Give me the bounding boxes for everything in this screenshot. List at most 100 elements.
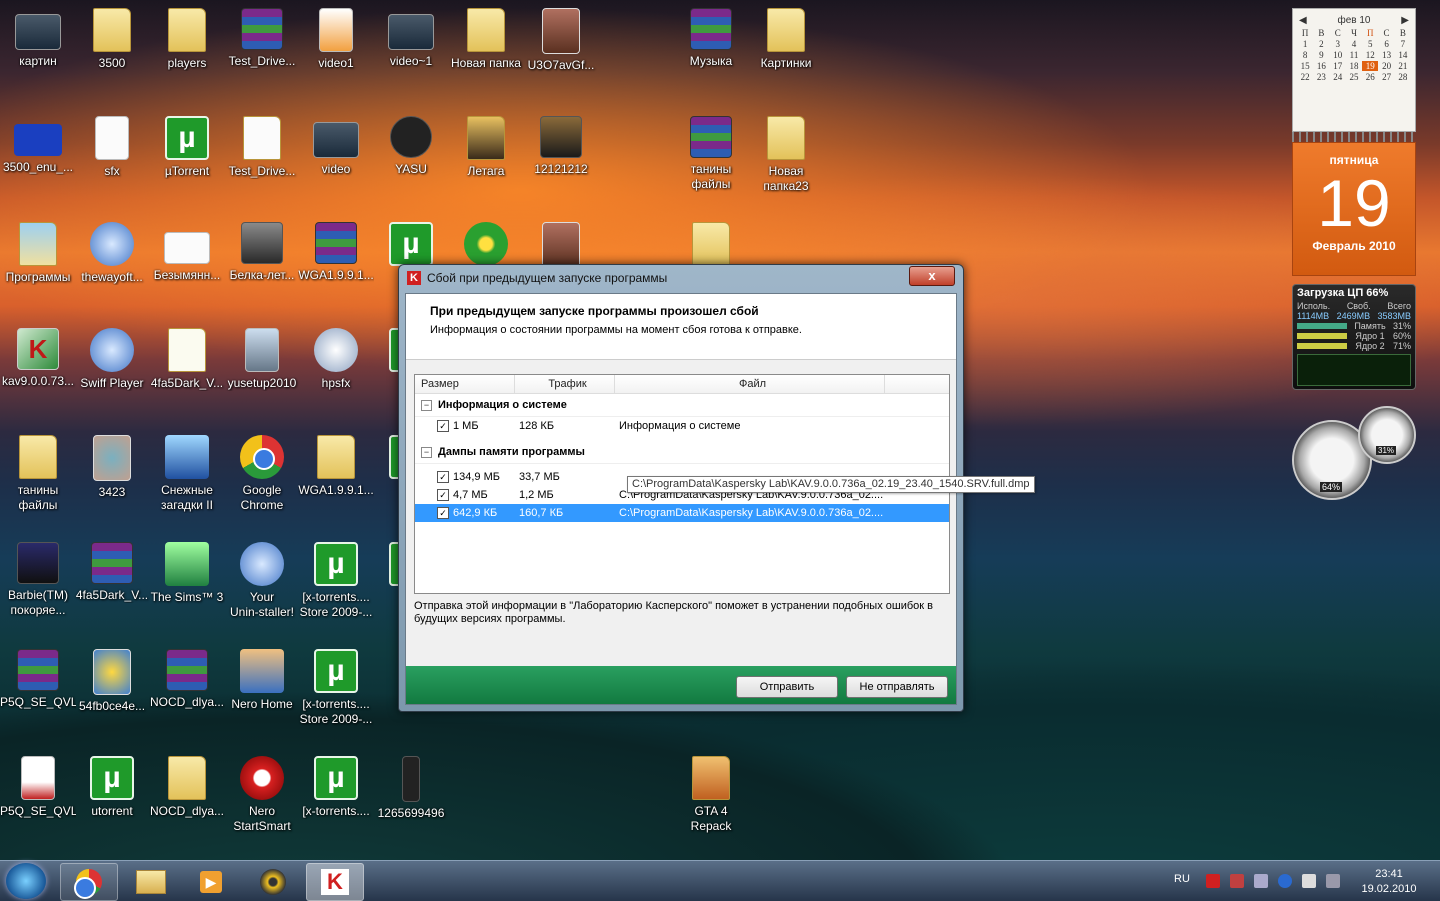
desktop-icon[interactable]: танины файлы [673,116,749,192]
desktop-icon[interactable]: Музыка [673,8,749,69]
calendar-day[interactable]: 21 [1395,61,1411,71]
taskbar-media-player[interactable]: ▶ [182,863,240,901]
next-month-arrow-icon[interactable]: ▶ [1401,15,1409,26]
column-traffic[interactable]: Трафик [515,375,615,393]
group-system-info[interactable]: − Информация о системе [415,394,949,417]
calendar-day[interactable]: 19 [1362,61,1379,71]
desktop-icon[interactable]: sfx [74,116,150,179]
desktop-icon[interactable]: Barbie(TM) покоряе... [0,542,76,618]
desktop-icon[interactable]: U3O7avGf... [523,8,599,73]
desktop-icon[interactable]: танины файлы [0,435,76,513]
desktop-icon[interactable]: 4fa5Dark_V... [149,328,225,391]
desktop-icon[interactable]: YASU [373,116,449,177]
calendar-day[interactable]: 8 [1297,50,1313,60]
calendar-day[interactable]: 11 [1346,50,1362,60]
desktop-icon[interactable]: Nero StartSmart [224,756,300,834]
group-memory-dumps[interactable]: − Дампы памяти программы [415,441,949,464]
calendar-day[interactable]: 13 [1378,50,1394,60]
column-size[interactable]: Размер [415,375,515,393]
start-button[interactable] [6,863,46,899]
desktop-icon[interactable]: thewayoft... [74,222,150,285]
desktop-icon[interactable]: Test_Drive... [224,8,300,69]
taskbar-chrome[interactable] [60,863,118,901]
calendar-day[interactable]: 23 [1313,72,1329,82]
desktop-icon[interactable]: WGA1.9.9.1... [298,222,374,283]
checkbox[interactable]: ✓ [437,420,449,432]
calendar-day[interactable]: 16 [1313,61,1329,71]
clock[interactable]: 23:41 19.02.2010 [1358,867,1420,897]
desktop-icon[interactable]: P5Q_SE_QVL [0,649,76,710]
desktop-icon[interactable]: NOCD_dlya... [149,649,225,710]
cpu-meter-gadget[interactable]: Загрузка ЦП 66% Исполь. Своб. Всего 1114MB… [1292,284,1416,390]
desktop-icon[interactable]: 4fa5Dark_V... [74,542,150,603]
checkbox[interactable]: ✓ [437,471,449,483]
kaspersky-tray-icon[interactable] [1206,874,1220,888]
desktop-icon[interactable]: Новая папка [448,8,524,71]
desktop-icon[interactable]: Your Unin-staller! [224,542,300,620]
desktop-icon[interactable]: video [298,116,374,177]
calendar-day[interactable]: 4 [1346,39,1362,49]
desktop-icon[interactable]: hpsfx [298,328,374,391]
calendar-day[interactable]: 18 [1346,61,1362,71]
desktop-icon[interactable]: Swiff Player [74,328,150,391]
memory-gauge[interactable]: 31% [1358,406,1416,464]
desktop-icon[interactable] [448,222,524,270]
desktop-icon[interactable] [673,222,749,270]
collapse-icon[interactable]: − [421,446,432,458]
desktop-icon[interactable]: 3423 [74,435,150,500]
calendar-day[interactable]: 20 [1378,61,1394,71]
calendar-day[interactable]: 24 [1330,72,1346,82]
network-icon[interactable] [1326,874,1340,888]
desktop-icon[interactable]: картин [0,8,76,69]
collapse-icon[interactable]: − [421,399,432,411]
calendar-day[interactable]: 6 [1378,39,1394,49]
desktop-icon[interactable]: µ [x-torrents.... Store 2009-... [298,649,374,727]
language-indicator[interactable]: RU [1174,873,1190,885]
desktop-icon[interactable]: µ µTorrent [149,116,225,179]
send-button[interactable]: Отправить [736,676,838,698]
desktop-icon[interactable]: P5Q_SE_QVL [0,756,76,819]
calendar-gadget[interactable]: ◀ фев 10 ▶ П В С Ч П С В 1 2 3 4 5 6 7 8 9 10 11 12 13 14 15 1… [1292,8,1416,278]
calendar-day[interactable]: 17 [1330,61,1346,71]
calendar-day[interactable]: 5 [1362,39,1378,49]
calendar-day[interactable]: 14 [1395,50,1411,60]
desktop-icon[interactable]: Nero Home [224,649,300,712]
calendar-day[interactable]: 26 [1362,72,1378,82]
calendar-day[interactable]: 7 [1395,39,1411,49]
desktop-icon[interactable]: Снежные загадки II [149,435,225,513]
checkbox[interactable]: ✓ [437,489,449,501]
taskbar-explorer[interactable] [122,863,180,901]
calendar-day[interactable]: 2 [1313,39,1329,49]
desktop-icon[interactable]: yusetup2010 [224,328,300,391]
desktop-icon[interactable]: WGA1.9.9.1... [298,435,374,498]
dialog-titlebar[interactable]: K Сбой при предыдущем запуске программы … [399,265,963,291]
desktop-icon[interactable]: Google Chrome [224,435,300,513]
desktop-icon[interactable]: Летага [448,116,524,179]
desktop-icon[interactable]: Kkav9.0.0.73... [0,328,76,389]
desktop-icon[interactable]: 12121212 [523,116,599,177]
desktop-icon[interactable]: Test_Drive... [224,116,300,179]
flag-icon[interactable] [1302,874,1316,888]
desktop-icon[interactable]: NOCD_dlya... [149,756,225,819]
calendar-day[interactable]: 25 [1346,72,1362,82]
taskbar-kaspersky[interactable]: K [306,863,364,901]
column-file[interactable]: Файл [615,375,885,393]
calendar-day[interactable]: 9 [1313,50,1329,60]
desktop-icon[interactable]: Программы [0,222,76,285]
desktop-icon[interactable]: 1265699496 [373,756,449,821]
taskbar-daemon[interactable] [244,863,302,901]
desktop-icon[interactable]: The Sims™ 3 [149,542,225,605]
table-row-selected[interactable]: ✓ 642,9 КБ 160,7 КБ C:\ProgramData\Kasper… [415,504,949,522]
calendar-day[interactable]: 27 [1378,72,1394,82]
desktop-icon[interactable]: µ utorrent [74,756,150,819]
calendar-day[interactable]: 1 [1297,39,1313,49]
dont-send-button[interactable]: Не отправлять [846,676,948,698]
desktop-icon[interactable]: GTA 4 Repack [673,756,749,834]
desktop-icon[interactable]: Белка-лет... [224,222,300,283]
calendar-day[interactable]: 10 [1330,50,1346,60]
desktop-icon[interactable]: video1 [298,8,374,71]
volume-icon[interactable] [1254,874,1268,888]
calendar-day[interactable]: 22 [1297,72,1313,82]
desktop-icon[interactable]: 54fb0ce4e... [74,649,150,714]
table-row[interactable]: ✓ 1 МБ 128 КБ Информация о системе [415,417,949,435]
